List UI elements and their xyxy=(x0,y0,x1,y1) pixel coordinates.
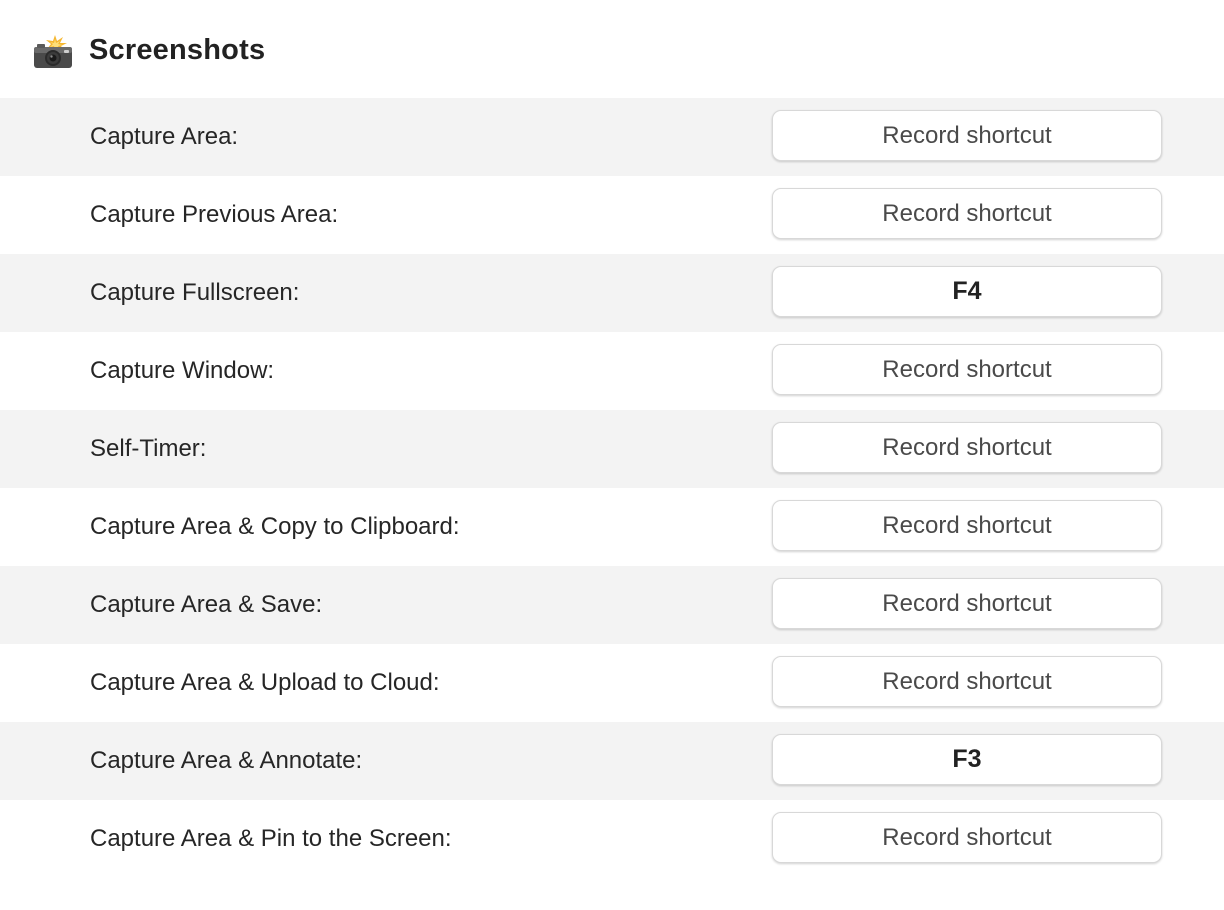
shortcut-label: Capture Window: xyxy=(90,357,275,384)
shortcut-label: Capture Area: xyxy=(90,123,239,150)
shortcut-row-capture-area: Capture Area: Record shortcut xyxy=(0,98,1224,176)
section-header: Screenshots xyxy=(0,0,1224,98)
record-shortcut-button[interactable]: Record shortcut xyxy=(772,578,1162,629)
shortcut-label: Capture Fullscreen: xyxy=(90,279,300,306)
shortcut-row-self-timer: Self-Timer: Record shortcut xyxy=(0,410,1224,488)
shortcut-label: Self-Timer: xyxy=(90,435,207,462)
camera-flash-icon xyxy=(34,35,72,68)
shortcut-row-capture-area-save: Capture Area & Save: Record shortcut xyxy=(0,566,1224,644)
shortcut-label: Capture Previous Area: xyxy=(90,201,339,228)
record-shortcut-button[interactable]: Record shortcut xyxy=(772,656,1162,707)
assigned-shortcut-button[interactable]: F4 xyxy=(772,266,1162,317)
record-shortcut-button[interactable]: Record shortcut xyxy=(772,422,1162,473)
shortcut-row-capture-area-annotate: Capture Area & Annotate: F3 xyxy=(0,722,1224,800)
record-shortcut-button[interactable]: Record shortcut xyxy=(772,500,1162,551)
section-title: Screenshots xyxy=(89,34,266,66)
shortcut-row-capture-area-upload: Capture Area & Upload to Cloud: Record s… xyxy=(0,644,1224,722)
record-shortcut-button[interactable]: Record shortcut xyxy=(772,344,1162,395)
record-shortcut-button[interactable]: Record shortcut xyxy=(772,188,1162,239)
record-shortcut-button[interactable]: Record shortcut xyxy=(772,110,1162,161)
shortcut-label: Capture Area & Copy to Clipboard: xyxy=(90,513,460,540)
shortcut-label: Capture Area & Save: xyxy=(90,591,323,618)
assigned-shortcut-button[interactable]: F3 xyxy=(772,734,1162,785)
shortcut-list: Capture Area: Record shortcut Capture Pr… xyxy=(0,98,1224,878)
shortcut-row-capture-window: Capture Window: Record shortcut xyxy=(0,332,1224,410)
shortcut-row-capture-area-pin: Capture Area & Pin to the Screen: Record… xyxy=(0,800,1224,878)
shortcut-row-capture-area-copy: Capture Area & Copy to Clipboard: Record… xyxy=(0,488,1224,566)
shortcut-row-capture-fullscreen: Capture Fullscreen: F4 xyxy=(0,254,1224,332)
shortcut-row-capture-previous-area: Capture Previous Area: Record shortcut xyxy=(0,176,1224,254)
shortcut-label: Capture Area & Upload to Cloud: xyxy=(90,669,440,696)
shortcut-label: Capture Area & Pin to the Screen: xyxy=(90,825,452,852)
shortcut-label: Capture Area & Annotate: xyxy=(90,747,363,774)
record-shortcut-button[interactable]: Record shortcut xyxy=(772,812,1162,863)
